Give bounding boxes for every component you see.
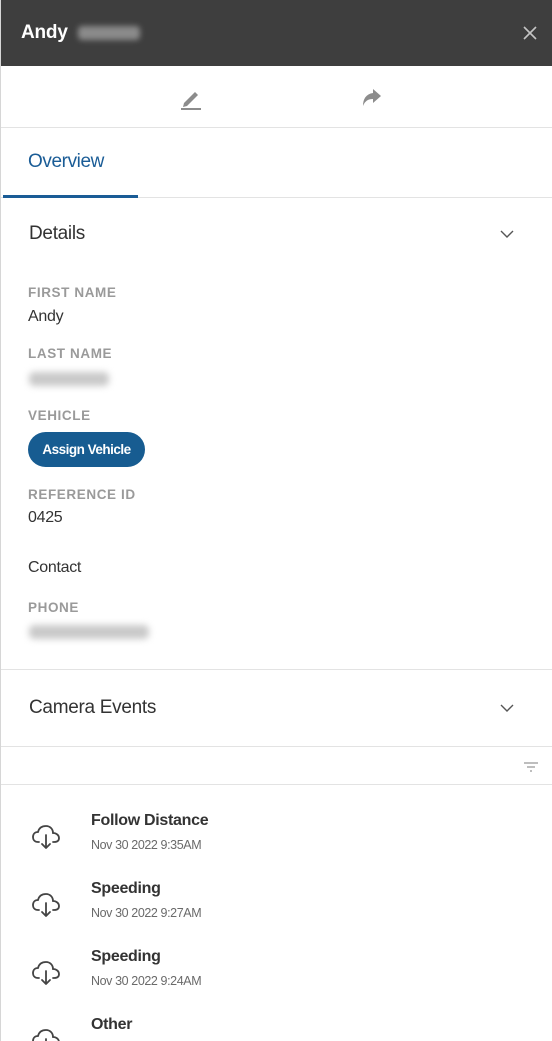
details-section-title: Details [29,223,85,244]
last-name-label: LAST NAME [28,346,113,361]
cloud-download-icon[interactable] [29,888,63,922]
edit-button[interactable] [166,73,216,123]
contact-heading: Contact [28,559,82,576]
camera-event-item[interactable]: Speeding Nov 30 2022 9:27AM [1,880,552,946]
cloud-download-icon[interactable] [29,956,63,990]
chevron-down-icon [499,700,515,716]
driver-detail-panel: Andy Overview Details FIRST NAME Andy LA… [0,0,552,1041]
event-title: Speeding [91,948,161,965]
assign-vehicle-button[interactable]: Assign Vehicle [28,432,145,467]
details-section-header[interactable]: Details [1,199,552,269]
share-arrow-icon [363,89,381,106]
chevron-down-icon [499,226,515,242]
share-button[interactable] [346,73,396,123]
close-icon [523,26,537,40]
phone-value-redacted [29,625,149,639]
event-timestamp: Nov 30 2022 9:24AM [91,974,202,988]
first-name-label: FIRST NAME [28,285,117,300]
driver-first-name: Andy [21,22,68,43]
event-timestamp: Nov 30 2022 9:27AM [91,906,202,920]
camera-event-item[interactable]: Other [1,1016,552,1041]
event-timestamp: Nov 30 2022 9:35AM [91,838,202,852]
camera-events-section-title: Camera Events [29,697,157,718]
filter-button[interactable] [519,757,543,777]
camera-events-section-header[interactable]: Camera Events [1,669,552,747]
action-toolbar [1,66,552,128]
pencil-icon [181,92,201,110]
filter-icon [524,762,538,772]
close-button[interactable] [508,0,552,66]
phone-label: PHONE [28,600,80,615]
driver-last-name-redacted [77,26,140,40]
reference-id-label: REFERENCE ID [28,487,136,502]
events-filter-row [1,747,552,785]
tab-overview[interactable]: Overview [3,128,138,198]
last-name-value-redacted [29,372,109,386]
first-name-value: Andy [28,308,64,325]
camera-event-item[interactable]: Speeding Nov 30 2022 9:24AM [1,948,552,1014]
event-title: Follow Distance [91,812,209,829]
reference-id-value: 0425 [28,509,63,526]
cloud-download-icon[interactable] [29,820,63,854]
camera-event-item[interactable]: Follow Distance Nov 30 2022 9:35AM [1,812,552,878]
tab-bar: Overview [1,128,552,198]
driver-name: Andy [21,22,140,44]
vehicle-label: VEHICLE [28,408,91,423]
cloud-download-icon[interactable] [29,1024,63,1041]
event-title: Speeding [91,880,161,897]
panel-header: Andy [1,0,552,66]
event-title: Other [91,1016,133,1033]
